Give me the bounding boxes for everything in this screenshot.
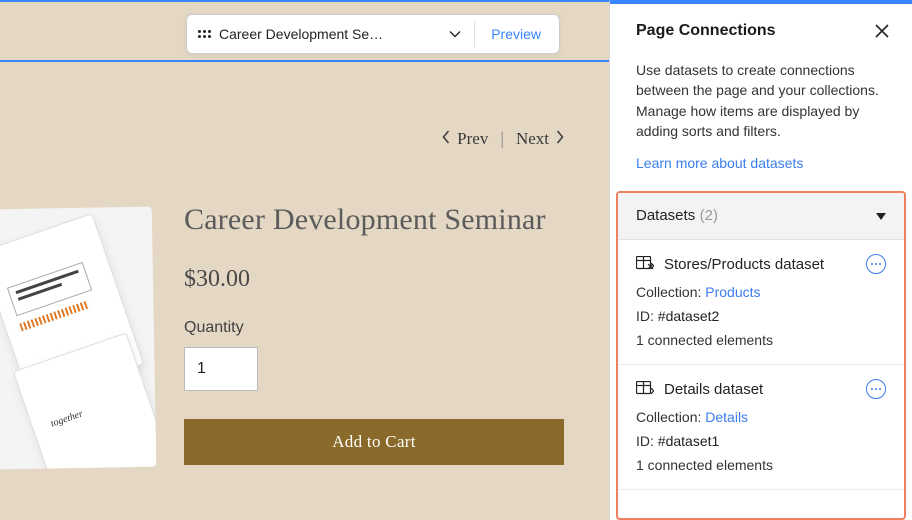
preview-button[interactable]: Preview [491,26,553,42]
dataset-menu-icon[interactable] [866,254,886,274]
connected-elements: 1 connected elements [636,332,886,348]
chevron-right-icon [555,129,565,149]
collection-label: Collection: [636,409,701,425]
dataset-id: #dataset1 [658,433,720,449]
quantity-input[interactable] [184,347,258,391]
dataset-icon [636,256,654,272]
nav-separator: | [500,128,504,149]
add-to-cart-button[interactable]: Add to Cart [184,419,564,465]
product-info: Career Development Seminar $30.00 Quanti… [154,202,609,520]
prev-label: Prev [457,129,488,149]
next-button[interactable]: Next [516,129,565,149]
datasets-section-header[interactable]: Datasets (2) [618,193,904,240]
product-price: $30.00 [184,266,609,293]
panel-header: Page Connections [610,4,912,54]
product-nav-row: Prev | Next [441,128,565,149]
collection-link[interactable]: Details [705,409,748,425]
quantity-label: Quantity [184,319,609,337]
dataset-menu-icon[interactable] [866,379,886,399]
collection-label: Collection: [636,284,701,300]
product-card: together Career Development Seminar $30.… [0,202,609,520]
datasets-section-title: Datasets [636,207,695,224]
dataset-icon [636,381,654,397]
editor-canvas: Career Development Se… Preview Prev | Ne… [0,0,610,520]
page-toolbar: Career Development Se… Preview [186,14,560,54]
page-connections-panel: Page Connections Use datasets to create … [610,0,912,520]
product-title: Career Development Seminar [184,202,609,238]
dataset-id: #dataset2 [658,308,720,324]
connected-elements: 1 connected elements [636,457,886,473]
toolbar-divider [474,21,475,47]
toolbar-page-title[interactable]: Career Development Se… [219,26,448,42]
prev-button[interactable]: Prev [441,129,488,149]
panel-description: Use datasets to create connections betwe… [610,54,912,141]
top-accent-border [0,60,609,62]
panel-title: Page Connections [636,22,776,40]
chevron-left-icon [441,129,451,149]
dataset-name: Details dataset [664,381,856,398]
dataset-item-1[interactable]: Details dataset Collection: Details ID: … [618,365,904,490]
learn-more-link[interactable]: Learn more about datasets [610,141,912,191]
product-image: together [0,207,156,470]
datasets-section-count: (2) [700,207,718,224]
datasets-section: Datasets (2) Stores/Products dataset Col… [616,191,906,520]
next-label: Next [516,129,549,149]
section-caret-icon [876,213,886,220]
dataset-item-0[interactable]: Stores/Products dataset Collection: Prod… [618,240,904,365]
close-icon[interactable] [874,23,890,39]
id-label: ID: [636,433,654,449]
collection-link[interactable]: Products [705,284,760,300]
id-label: ID: [636,308,654,324]
dataset-name: Stores/Products dataset [664,256,856,273]
chevron-down-icon[interactable] [448,27,462,41]
drag-handle-icon[interactable] [197,30,211,38]
